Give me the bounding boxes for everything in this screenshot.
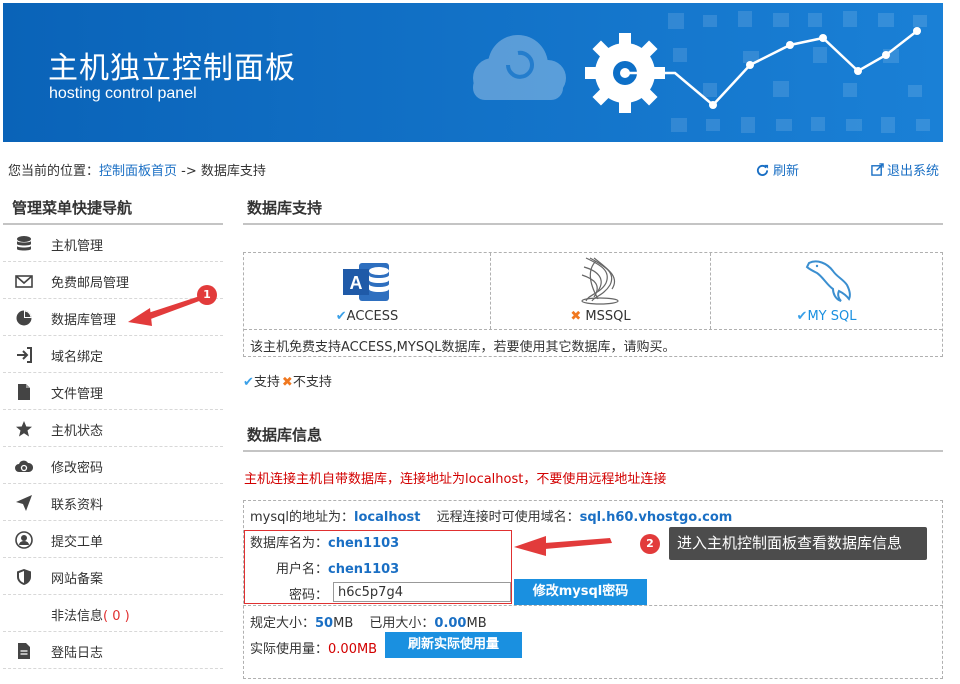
annotation-tooltip: 进入主机控制面板查看数据库信息 [669,527,927,560]
sidebar-item-label: 联系资料 [51,498,104,513]
send-icon [16,495,32,511]
change-mysql-password-button[interactable]: 修改mysql密码 [514,579,647,605]
file-icon [18,384,30,400]
user-icon [15,531,33,549]
mail-icon [15,275,33,288]
used-value: 0.00 [434,616,467,631]
legend-unsupported: 不支持 [292,375,332,390]
illegal-info-count: ( 0 ) [103,609,130,624]
mysql-dolphin-icon [805,260,851,302]
sidebar-item-label: 修改密码 [51,461,104,476]
breadcrumb-prefix: 您当前的位置： [8,164,100,179]
refresh-label: 刷新 [773,164,800,179]
banner-subtitle: hosting control panel [49,85,197,102]
divider [243,605,943,606]
password-input[interactable] [333,582,511,602]
sidebar-item-label: 主机管理 [51,239,104,254]
db-cell-access: A ✔ACCESS [244,253,491,329]
breadcrumb-separator: -> [177,164,201,179]
logout-label: 退出系统 [887,164,940,179]
sidebar-title: 管理菜单快捷导航 [3,193,223,225]
sidebar-item-file-manage[interactable]: 文件管理 [3,373,223,410]
sidebar-item-change-password[interactable]: 修改密码 [3,447,223,484]
sidebar-item-host-manage[interactable]: 主机管理 [3,225,223,262]
annotation-badge-1: 1 [197,285,217,305]
location-bar: 您当前的位置：控制面板首页 -> 数据库支持 刷新 退出系统 [8,158,942,180]
refresh-usage-button[interactable]: 刷新实际使用量 [385,632,522,658]
breadcrumb-current: 数据库支持 [200,164,266,179]
sidebar-item-label: 域名绑定 [51,350,104,365]
sidebar-item-host-status[interactable]: 主机状态 [3,410,223,447]
db-cell-mysql: ✔MY SQL [711,253,942,329]
cloud-refresh-icon [15,460,33,472]
logout-link[interactable]: 退出系统 [871,160,939,179]
sidebar-item-site-filing[interactable]: 网站备案 [3,558,223,595]
db-label-access: ✔ACCESS [335,309,399,324]
db-label-mysql: ✔MY SQL [796,309,857,324]
sidebar-item-label: 文件管理 [51,387,104,402]
mysql-addr-value: localhost [354,510,421,525]
sidebar-item-label: 提交工单 [51,535,104,550]
quota-label: 规定大小： [250,616,316,631]
sidebar-nav: 管理菜单快捷导航 主机管理 免费邮局管理 数据库管理 域名绑定 文件管理 主机状… [3,193,223,669]
remote-domain-value: sql.h60.vhostgo.com [579,510,733,525]
db-support-legend: ✔支持 ✖不支持 [243,371,332,390]
access-icon: A [343,263,389,301]
database-icon [17,236,31,251]
breadcrumb-home-link[interactable]: 控制面板首页 [99,164,177,179]
quota-unit: MB [333,616,354,631]
actual-value: 0.00MB [328,642,378,657]
sidebar-item-label: 数据库管理 [51,313,117,328]
db-info-section: 数据库信息 [243,420,943,452]
annotation-badge-2: 2 [640,534,660,554]
db-support-section: 数据库支持 [243,193,943,225]
mysql-address-row: mysql的地址为：localhost 远程连接时可使用域名：sql.h60.v… [250,506,732,525]
login-arrow-icon [17,347,32,363]
db-support-title: 数据库支持 [243,193,943,225]
mysql-addr-label: mysql的地址为： [250,510,354,525]
db-cell-mssql: ✖ MSSQL [491,253,711,329]
sidebar-item-label: 网站备案 [51,572,104,587]
db-support-table: A ✔ACCESS ✖ MSSQL ✔MY SQL 该主机免费支持ACCESS,… [243,252,943,357]
sidebar-item-database[interactable]: 数据库管理 [3,299,223,336]
used-unit: MB [466,616,487,631]
sidebar-item-illegal-info[interactable]: 非法信息( 0 ) [3,595,223,632]
refresh-link[interactable]: 刷新 [756,160,799,179]
db-label-mssql: ✖ MSSQL [570,309,631,324]
remote-label: 远程连接时可使用域名： [436,510,580,525]
quota-row: 规定大小：50MB 已用大小：0.00MB [250,612,487,631]
refresh-icon [756,164,769,176]
db-info-title: 数据库信息 [243,420,943,452]
mssql-icon [581,257,619,305]
check-icon: ✔ [243,375,254,390]
sidebar-item-label: 主机状态 [51,424,104,439]
document-icon [18,643,30,659]
external-link-icon [871,163,884,176]
pie-chart-icon [16,310,32,326]
sidebar-item-label: 非法信息( 0 ) [51,605,130,624]
cross-icon: ✖ [281,375,293,390]
breadcrumb: 您当前的位置：控制面板首页 -> 数据库支持 [8,160,266,179]
sidebar-item-contact-info[interactable]: 联系资料 [3,484,223,521]
db-support-note: 该主机免费支持ACCESS,MYSQL数据库，若要使用其它数据库，请购买。 [244,329,942,356]
quota-value: 50 [315,616,334,631]
actual-usage-row: 实际使用量：0.00MB [250,638,377,657]
db-info-warning: 主机连接主机自带数据库，连接地址为localhost，不要使用远程地址连接 [244,472,667,487]
star-icon [16,421,32,437]
sidebar-item-domain-binding[interactable]: 域名绑定 [3,336,223,373]
header-banner: 主机独立控制面板 hosting control panel [3,3,943,142]
sidebar-item-label: 免费邮局管理 [51,276,130,291]
sidebar-item-submit-ticket[interactable]: 提交工单 [3,521,223,558]
sidebar-item-mail[interactable]: 免费邮局管理 [3,262,223,299]
actual-label: 实际使用量： [250,642,329,657]
banner-title: 主机独立控制面板 [48,51,296,86]
used-label: 已用大小： [369,616,435,631]
shield-icon [17,569,31,585]
svg-text:A: A [350,273,363,293]
legend-supported: 支持 [253,375,280,390]
sidebar-item-label: 登陆日志 [51,646,104,661]
sidebar-item-login-log[interactable]: 登陆日志 [3,632,223,669]
illegal-info-label: 非法信息 [51,609,104,624]
